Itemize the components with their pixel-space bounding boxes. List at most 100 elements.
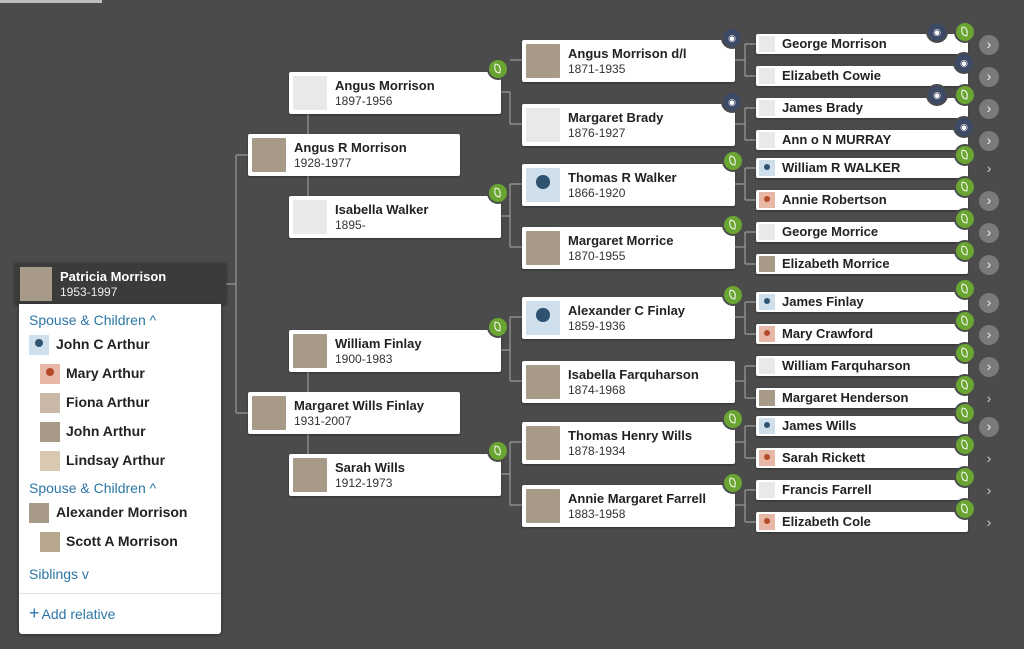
ancestor-card[interactable]: Ann o N MURRAY [756,130,968,150]
leaf-hint-icon[interactable] [954,342,976,364]
chevron-right-icon[interactable]: › [979,513,999,533]
chevron-right-icon[interactable]: › [979,159,999,179]
ancestor-card[interactable]: William R WALKER [756,158,968,178]
great-grandparent-card[interactable]: Isabella Farquharson 1874-1968 [522,361,735,403]
grandparent-card[interactable]: Angus Morrison 1897-1956 [289,72,501,114]
person-years: 1878-1934 [568,444,626,458]
chevron-right-icon[interactable]: › [979,417,999,437]
leaf-hint-icon[interactable] [954,240,976,262]
chevron-right-icon[interactable]: › [979,449,999,469]
leaf-hint-icon[interactable] [954,466,976,488]
great-grandparent-card[interactable]: Angus Morrison d/l 1871-1935 [522,40,735,82]
leaf-hint-icon[interactable] [722,214,744,236]
person-photo [526,108,560,142]
leaf-hint-icon[interactable] [954,402,976,424]
child-photo [29,335,49,355]
great-grandparent-card[interactable]: Thomas Henry Wills 1878-1934 [522,422,735,464]
great-grandparent-card[interactable]: Margaret Brady 1876-1927 [522,104,735,146]
parent-card-father[interactable]: Angus R Morrison 1928-1977 [248,134,460,176]
leaf-hint-icon[interactable] [954,374,976,396]
chevron-right-icon[interactable]: › [979,357,999,377]
child-row[interactable]: Scott A Morrison [19,530,221,554]
chevron-right-icon[interactable]: › [979,481,999,501]
leaf-hint-icon[interactable] [722,408,744,430]
chevron-right-icon[interactable]: › [979,325,999,345]
ancestor-card[interactable]: Annie Robertson [756,190,968,210]
child-photo [40,364,60,384]
spouse-children-toggle-1[interactable]: Spouse & Children ^ [29,312,156,328]
great-grandparent-card[interactable]: Annie Margaret Farrell 1883-1958 [522,485,735,527]
grandparent-card[interactable]: William Finlay 1900-1983 [289,330,501,372]
ancestor-card[interactable]: Francis Farrell [756,480,968,500]
leaf-hint-icon[interactable] [487,182,509,204]
chevron-right-icon[interactable]: › [979,389,999,409]
person-years: 1871-1935 [568,62,626,76]
chevron-right-icon[interactable]: › [979,131,999,151]
leaf-hint-icon[interactable] [954,21,976,43]
child-row[interactable]: Alexander Morrison [19,501,221,525]
person-name: Thomas R Walker [568,170,677,185]
chevron-right-icon[interactable]: › [979,255,999,275]
great-grandparent-card[interactable]: Thomas R Walker 1866-1920 [522,164,735,206]
child-row[interactable]: Fiona Arthur [19,391,221,415]
leaf-hint-icon[interactable] [954,208,976,230]
leaf-hint-icon[interactable] [722,284,744,306]
focus-person-years: 1953-1997 [60,285,118,299]
ancestor-card[interactable]: Mary Crawford [756,324,968,344]
people-group-icon[interactable]: ◉ [953,116,975,138]
person-name: James Wills [782,418,857,433]
ancestor-card[interactable]: George Morrice [756,222,968,242]
leaf-hint-icon[interactable] [954,434,976,456]
leaf-hint-icon[interactable] [954,310,976,332]
spouse-children-toggle-2[interactable]: Spouse & Children ^ [29,480,156,496]
chevron-right-icon[interactable]: › [979,223,999,243]
great-grandparent-card[interactable]: Alexander C Finlay 1859-1936 [522,297,735,339]
ancestor-card[interactable]: James Wills [756,416,968,436]
chevron-right-icon[interactable]: › [979,191,999,211]
great-grandparent-card[interactable]: Margaret Morrice 1870-1955 [522,227,735,269]
chevron-right-icon[interactable]: › [979,67,999,87]
ancestor-card[interactable]: James Finlay [756,292,968,312]
people-group-icon[interactable]: ◉ [926,21,948,43]
person-photo [759,36,775,52]
person-years: 1876-1927 [568,126,626,140]
person-name: Margaret Brady [568,110,664,125]
leaf-hint-icon[interactable] [954,498,976,520]
siblings-label: Siblings [29,566,79,582]
child-row[interactable]: John Arthur [19,420,221,444]
child-row[interactable]: Lindsay Arthur [19,449,221,473]
grandparent-card[interactable]: Sarah Wills 1912-1973 [289,454,501,496]
child-row[interactable]: Mary Arthur [19,362,221,386]
leaf-hint-icon[interactable] [487,316,509,338]
person-photo [759,294,775,310]
people-group-icon[interactable]: ◉ [953,52,975,74]
add-relative-button[interactable]: + Add relative [29,604,115,622]
chevron-right-icon[interactable]: › [979,35,999,55]
leaf-hint-icon[interactable] [954,84,976,106]
leaf-hint-icon[interactable] [954,144,976,166]
person-photo [526,365,560,399]
leaf-hint-icon[interactable] [954,176,976,198]
leaf-hint-icon[interactable] [487,58,509,80]
people-group-icon[interactable]: ◉ [721,91,743,113]
grandparent-card[interactable]: Isabella Walker 1895- [289,196,501,238]
ancestor-card[interactable]: Elizabeth Morrice [756,254,968,274]
siblings-toggle[interactable]: Siblings v [29,566,89,582]
ancestor-card[interactable]: Sarah Rickett [756,448,968,468]
people-group-icon[interactable]: ◉ [721,27,743,49]
ancestor-card[interactable]: Margaret Henderson [756,388,968,408]
leaf-hint-icon[interactable] [487,440,509,462]
ancestor-card[interactable]: Elizabeth Cole [756,512,968,532]
ancestor-card[interactable]: William Farquharson [756,356,968,376]
person-photo [759,224,775,240]
leaf-hint-icon[interactable] [722,472,744,494]
chevron-right-icon[interactable]: › [979,99,999,119]
ancestor-card[interactable]: Elizabeth Cowie [756,66,968,86]
child-row[interactable]: John C Arthur [19,333,221,357]
focus-person-card[interactable]: Patricia Morrison 1953-1997 [15,263,226,304]
people-group-icon[interactable]: ◉ [926,84,948,106]
leaf-hint-icon[interactable] [722,150,744,172]
parent-card-mother[interactable]: Margaret Wills Finlay 1931-2007 [248,392,460,434]
chevron-right-icon[interactable]: › [979,293,999,313]
leaf-hint-icon[interactable] [954,278,976,300]
